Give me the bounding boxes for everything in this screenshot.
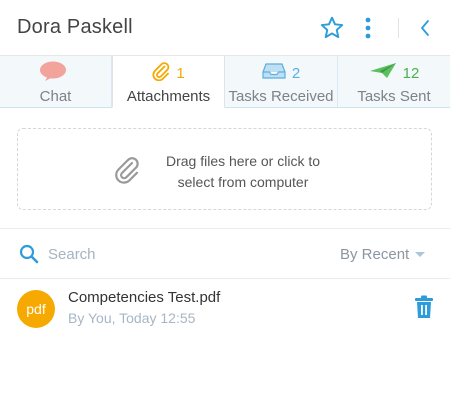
tab-bar: Chat 1 Attachments 2 Tasks Received 12 T… (0, 56, 450, 108)
kebab-menu-icon[interactable] (360, 14, 376, 42)
trash-icon[interactable] (414, 295, 434, 319)
tab-count: 12 (402, 64, 420, 82)
tab-chat[interactable]: Chat (0, 56, 112, 108)
tab-label: Chat (39, 88, 72, 105)
inbox-tray-icon (262, 62, 286, 85)
tab-tasks-sent[interactable]: 12 Tasks Sent (338, 56, 450, 108)
paperclip-icon (152, 61, 170, 86)
star-icon[interactable] (318, 14, 346, 42)
sort-label: By Recent (340, 245, 410, 263)
tab-count: 2 (291, 64, 301, 82)
pdf-file-badge: pdf (17, 290, 55, 328)
file-name: Competencies Test.pdf (68, 289, 221, 306)
search-icon (19, 244, 39, 264)
dropzone-line-1: Drag files here or click to (165, 153, 321, 169)
chevron-left-icon[interactable] (414, 14, 436, 42)
dropzone-text: Drag files here or click to select from … (148, 151, 338, 193)
caret-down-icon (415, 251, 426, 257)
tab-tasks-received[interactable]: 2 Tasks Received (225, 56, 338, 108)
page-title: Dora Paskell (17, 16, 133, 38)
tab-label: Tasks Sent (357, 88, 431, 105)
divider (0, 228, 450, 229)
file-meta: By You, Today 12:55 (68, 310, 196, 326)
tab-label: Attachments (126, 88, 211, 105)
header-divider (398, 18, 399, 38)
file-dropzone[interactable]: Drag files here or click to select from … (17, 128, 432, 210)
file-row[interactable]: pdf Competencies Test.pdf By You, Today … (0, 278, 450, 340)
search-input[interactable] (48, 243, 248, 265)
paper-plane-icon (369, 62, 397, 85)
sort-dropdown[interactable]: By Recent (340, 244, 434, 264)
paperclip-icon (114, 155, 140, 185)
tab-attachments[interactable]: 1 Attachments (112, 56, 225, 108)
dropzone-line-2: select from computer (177, 174, 309, 190)
tab-label: Tasks Received (228, 88, 334, 105)
tab-count: 1 (176, 64, 185, 82)
conversation-header: Dora Paskell (0, 0, 450, 56)
speech-bubble-icon (39, 61, 67, 86)
